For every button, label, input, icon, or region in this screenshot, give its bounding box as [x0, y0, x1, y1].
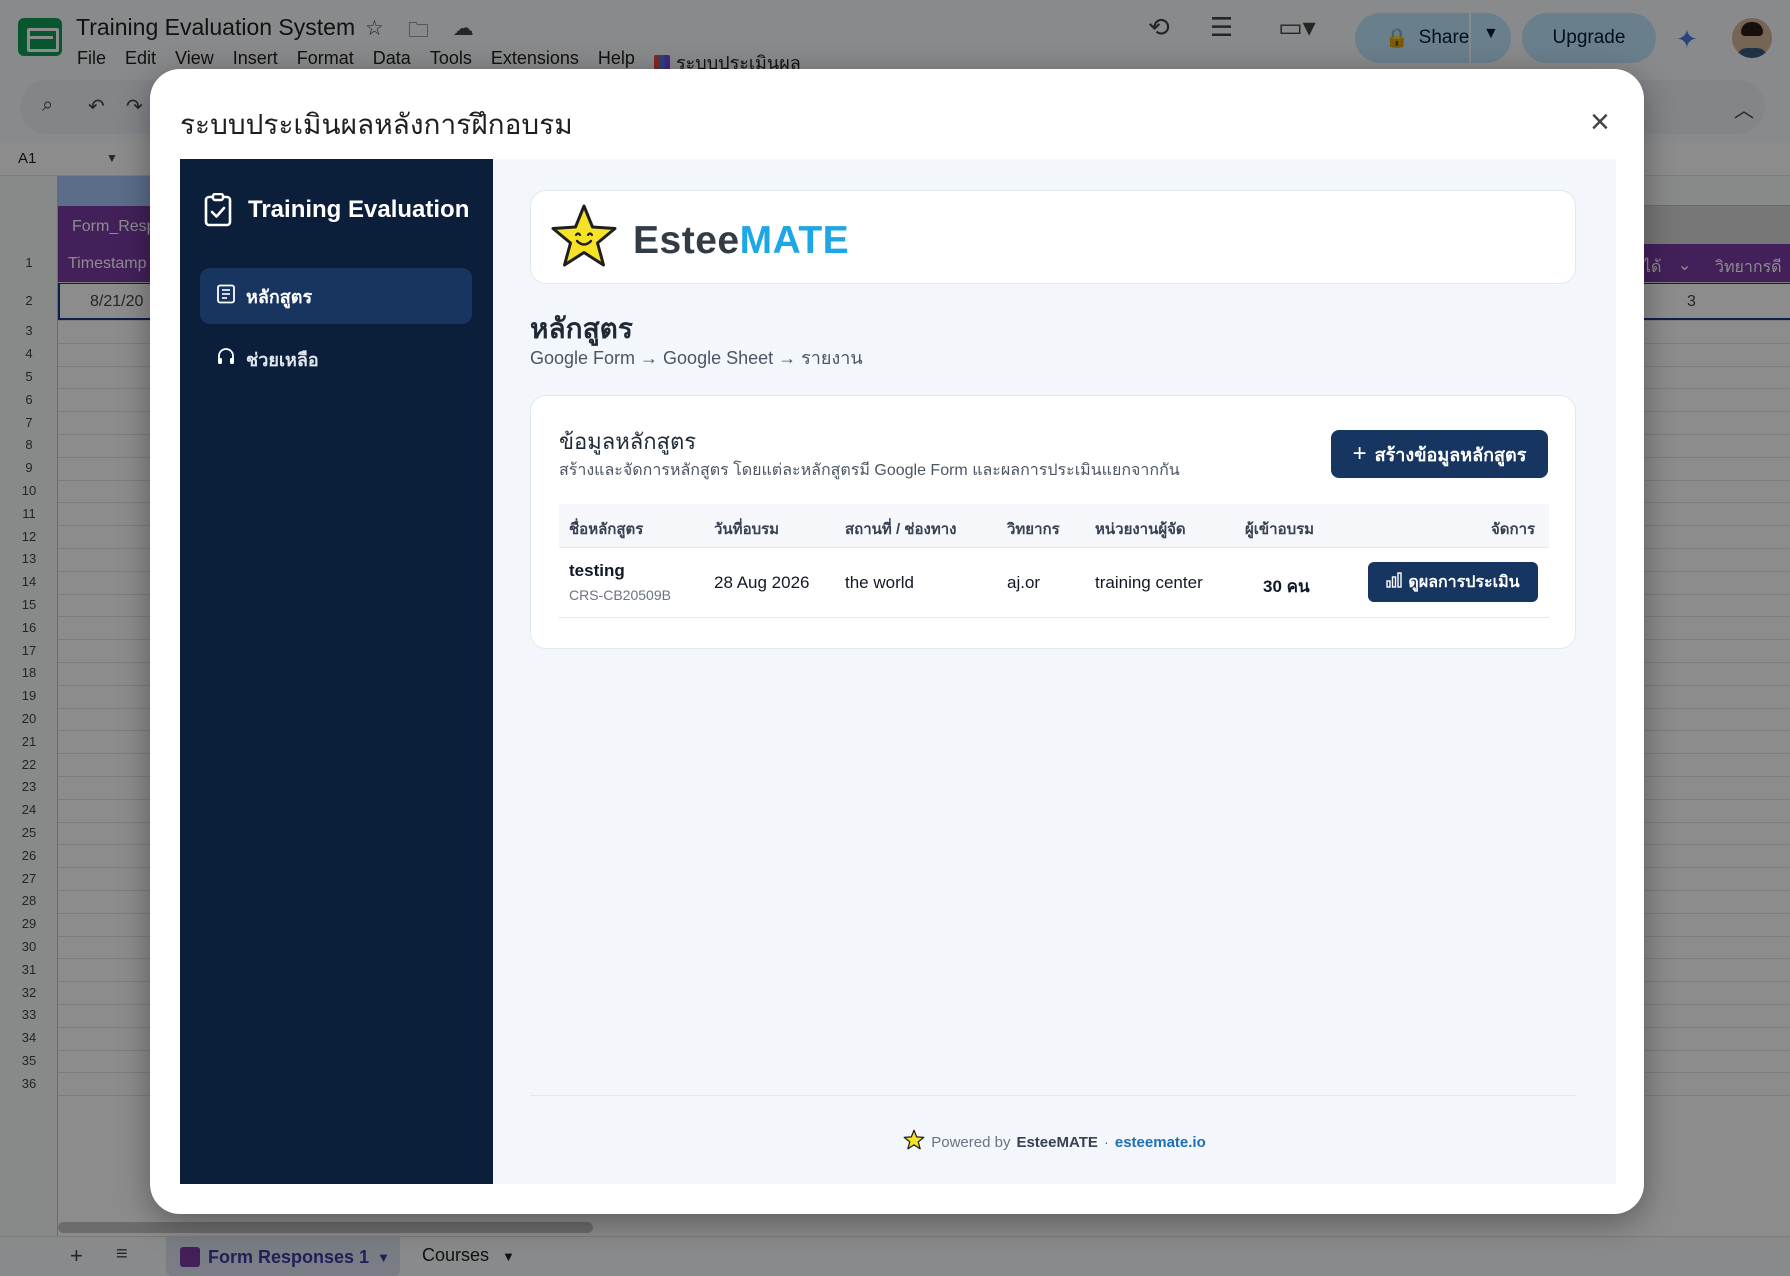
clipboard-check-icon [204, 192, 232, 227]
course-date: 28 Aug 2026 [714, 573, 810, 592]
column-header: สถานที่ / ช่องทาง [845, 521, 957, 538]
course-venue: the world [845, 573, 914, 592]
footer-divider [530, 1095, 1576, 1096]
course-name: testing [569, 561, 625, 580]
brand: Training Evaluation [204, 192, 470, 227]
dialog-title: ระบบประเมินผลหลังการฝึกอบรม [180, 109, 573, 140]
plus-icon: + [1352, 440, 1367, 467]
footer-link[interactable]: esteemate.io [1115, 1134, 1206, 1151]
table-row: testing CRS-CB20509B 28 Aug 2026 the wor… [559, 548, 1549, 618]
sidebar-item-label: หลักสูตร [246, 286, 313, 307]
brand-name: Training Evaluation [248, 196, 470, 223]
view-evaluation-button[interactable]: ดูผลการประเมิน [1368, 562, 1538, 602]
column-header: ชื่อหลักสูตร [569, 521, 644, 538]
star-mascot-icon [549, 203, 619, 276]
course-code: CRS-CB20509B [569, 587, 671, 603]
close-icon[interactable]: × [1590, 105, 1610, 139]
logo-wordmark: EsteeMATE [633, 219, 850, 262]
sidebar-item-courses[interactable]: หลักสูตร [200, 268, 472, 324]
footer-powered-text: Powered by [931, 1133, 1011, 1151]
page-subtitle: Google Form → Google Sheet → รายงาน [530, 348, 863, 368]
logo-card: EsteeMATE [530, 190, 1576, 284]
column-header: วันที่อบรม [714, 521, 780, 538]
course-list-icon [216, 284, 236, 309]
app-frame: Training Evaluation หลักสูตร ช่วยเหลือ E… [180, 159, 1616, 1184]
course-attendees: 30 คน [1263, 577, 1310, 596]
headset-icon [216, 347, 236, 372]
footer-brand: EsteeMATE [1016, 1133, 1098, 1151]
courses-card-title: ข้อมูลหลักสูตร [559, 429, 697, 454]
courses-card-description: สร้างและจัดการหลักสูตร โดยแต่ละหลักสูตรม… [559, 462, 1180, 479]
footer-separator: · [1103, 1133, 1109, 1151]
course-speaker: aj.or [1007, 573, 1041, 592]
sidebar-item-help[interactable]: ช่วยเหลือ [200, 331, 472, 387]
column-header: ผู้เข้าอบรม [1245, 521, 1315, 538]
modal-dialog: ระบบประเมินผลหลังการฝึกอบรม × Training E… [150, 69, 1644, 1214]
courses-card: ข้อมูลหลักสูตร สร้างและจัดการหลักสูตร โด… [530, 395, 1576, 649]
course-organizer: training center [1095, 573, 1203, 592]
footer: Powered by EsteeMATE · esteemate.io [493, 1129, 1616, 1155]
sidebar-item-label: ช่วยเหลือ [246, 349, 319, 370]
table-header: ชื่อหลักสูตร วันที่อบรม สถานที่ / ช่องทา… [559, 504, 1549, 548]
main-content: EsteeMATE หลักสูตร Google Form → Google … [493, 159, 1616, 1184]
create-course-button[interactable]: + สร้างข้อมูลหลักสูตร [1331, 430, 1548, 478]
courses-table: ชื่อหลักสูตร วันที่อบรม สถานที่ / ช่องทา… [559, 504, 1549, 618]
sidebar: Training Evaluation หลักสูตร ช่วยเหลือ [180, 159, 493, 1184]
column-header: จัดการ [1491, 521, 1536, 538]
bar-chart-icon [1386, 571, 1403, 593]
column-header: วิทยากร [1007, 521, 1060, 538]
star-mascot-icon [903, 1129, 925, 1155]
column-header: หน่วยงานผู้จัด [1095, 521, 1186, 538]
